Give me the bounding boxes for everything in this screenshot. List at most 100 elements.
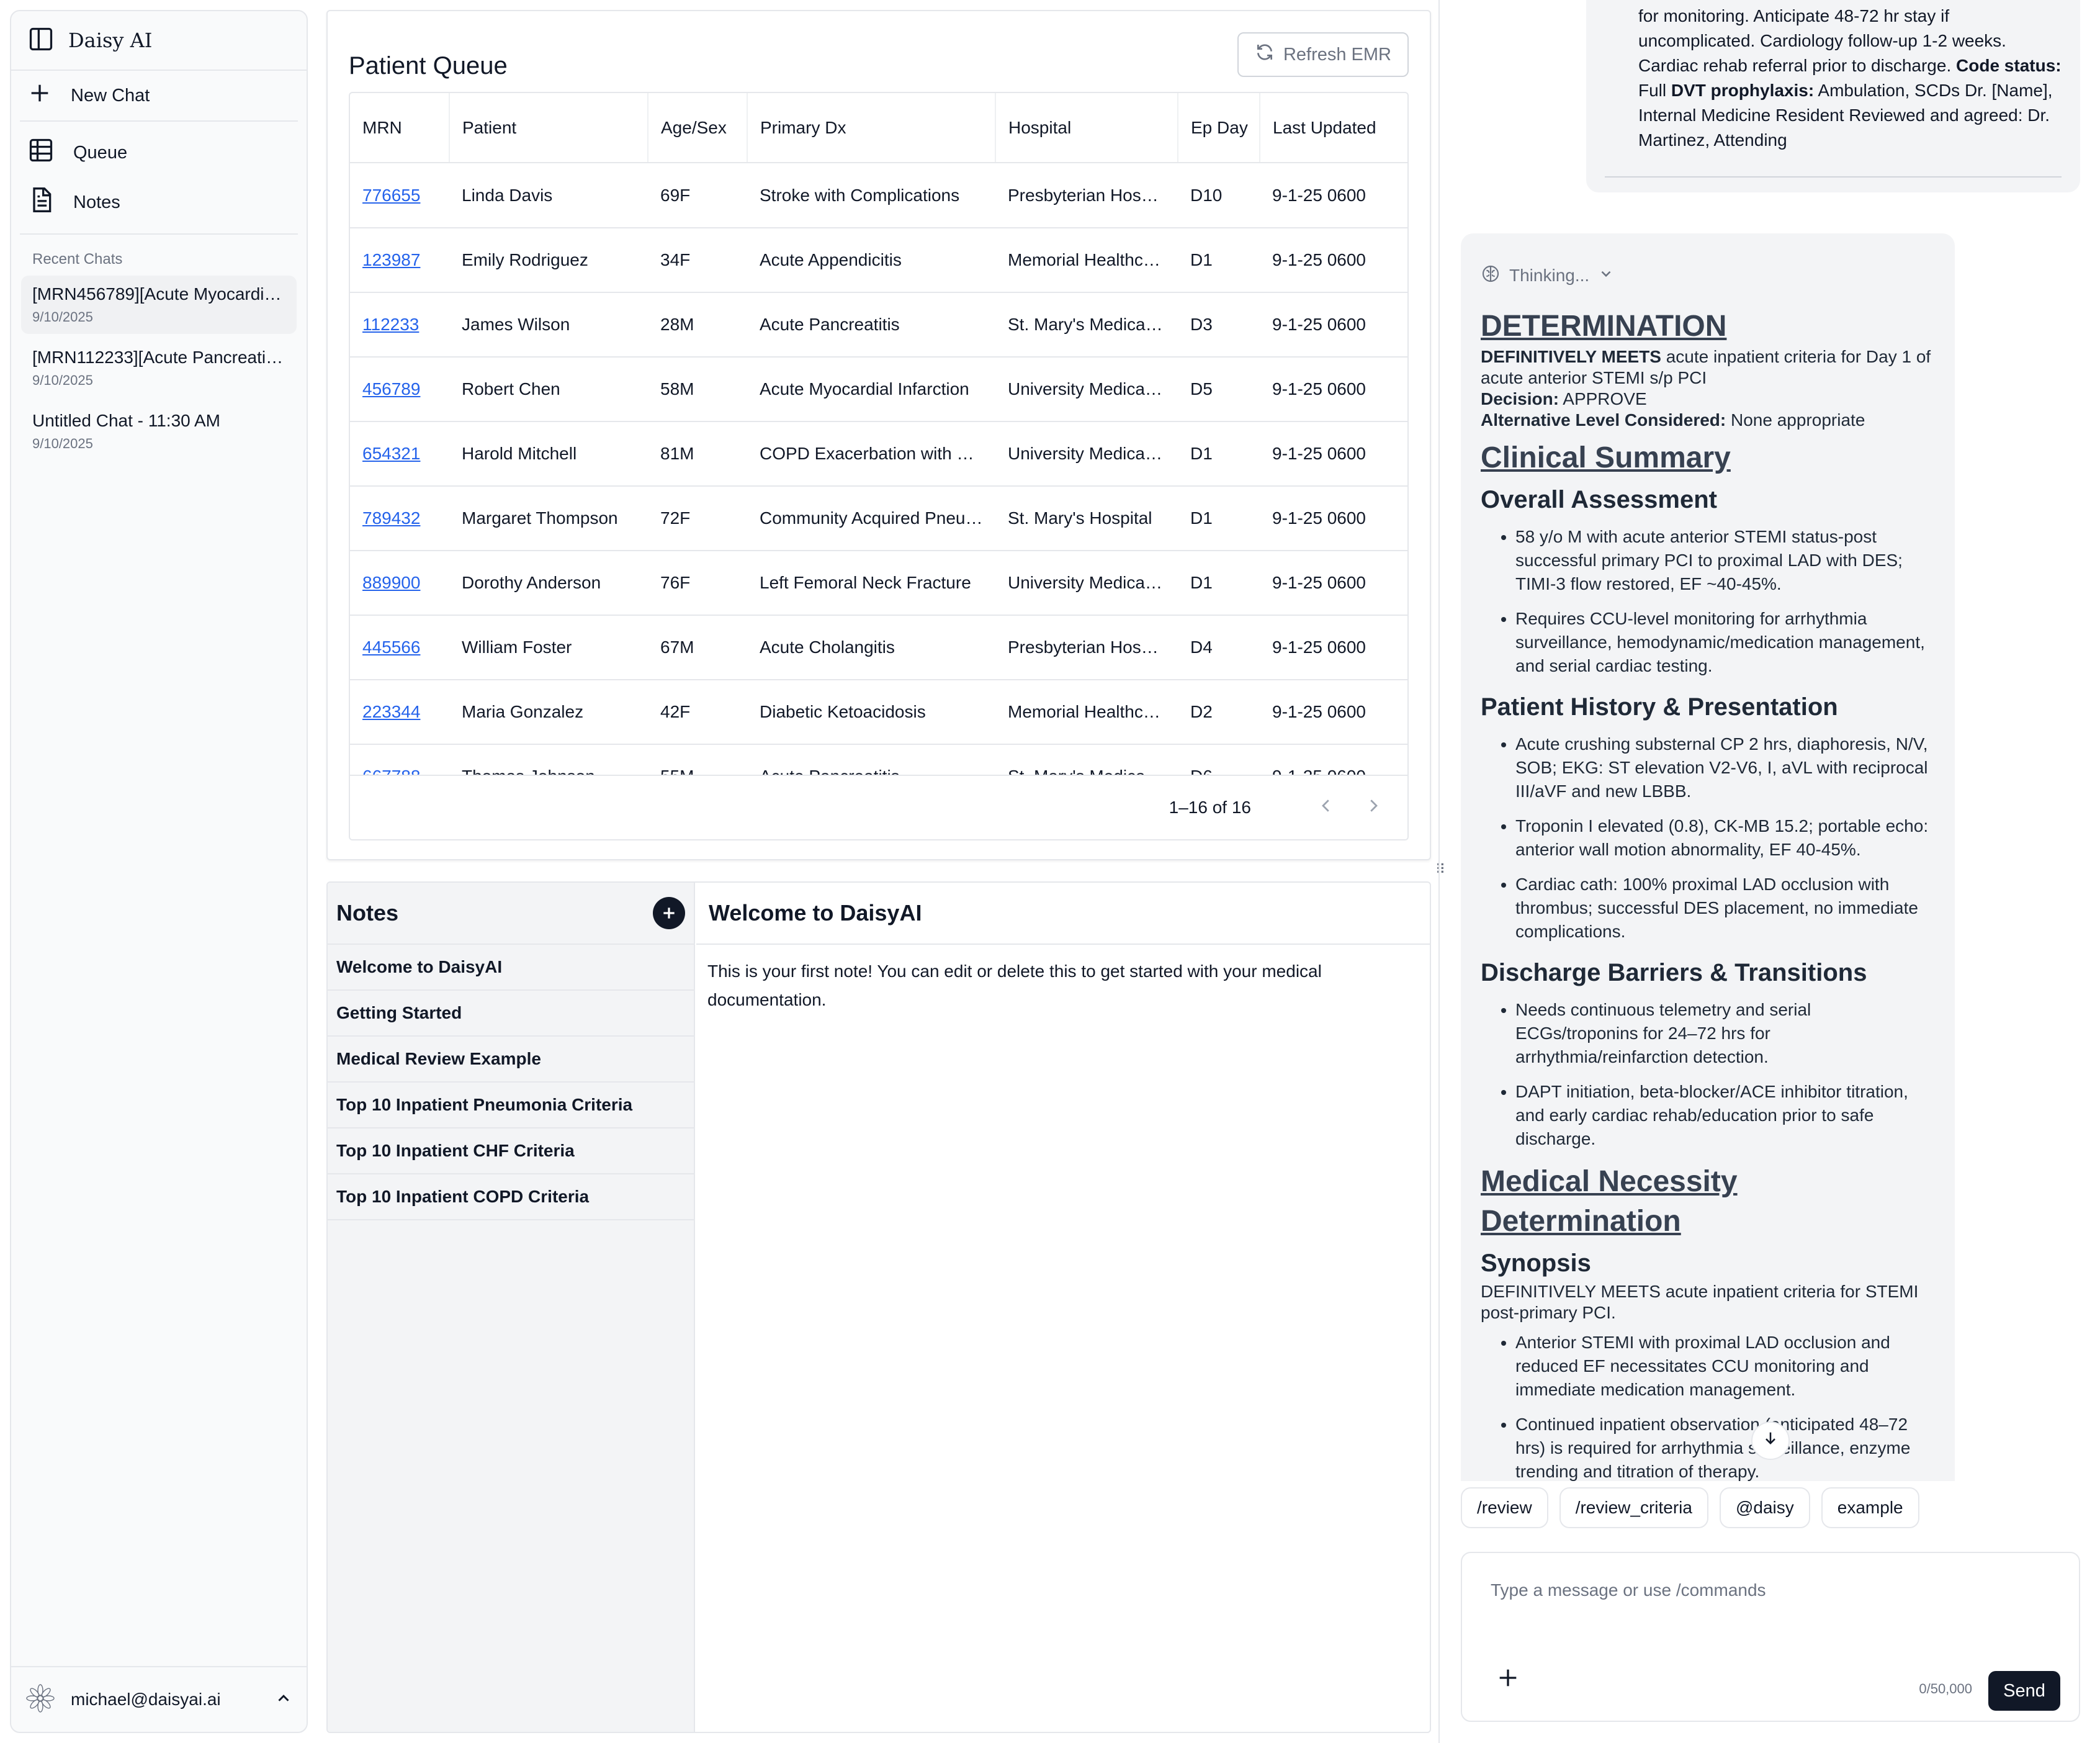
column-header[interactable]: Age/Sex xyxy=(648,93,748,163)
table-cell: Acute Appendicitis xyxy=(747,228,995,293)
table-body-scroll[interactable]: 776655 Linda Davis 69F Stroke with Complica… xyxy=(350,163,1407,781)
table-cell: 42F xyxy=(648,680,747,745)
user-menu[interactable]: michael@daisyai.ai xyxy=(11,1666,307,1732)
note-title[interactable]: Welcome to DaisyAI xyxy=(696,883,1430,945)
new-chat-label: New Chat xyxy=(71,85,150,106)
table-header-row: MRN Patient Age/Sex Primary Dx Hospital … xyxy=(350,93,1407,163)
table-row[interactable]: 654321 Harold Mitchell 81M COPD Exacerbatio… xyxy=(350,421,1407,487)
table-row[interactable]: 776655 Linda Davis 69F Stroke with Complica… xyxy=(350,163,1407,228)
command-chip-daisy[interactable]: @daisy xyxy=(1719,1487,1810,1528)
mrn-link[interactable]: 445566 xyxy=(350,615,449,680)
chevron-up-icon[interactable] xyxy=(274,1689,293,1711)
note-editor: Welcome to DaisyAI This is your first no… xyxy=(696,883,1430,1732)
recent-chat-item[interactable]: [MRN456789][Acute Myocardial Infarction]… xyxy=(21,276,297,334)
overall-assessment-heading: Overall Assessment xyxy=(1481,486,1717,513)
message-composer: 0/50,000 Send xyxy=(1461,1552,2080,1722)
chevron-left-icon[interactable] xyxy=(1317,795,1335,821)
table-cell: D1 xyxy=(1178,421,1260,487)
refresh-emr-button[interactable]: Refresh EMR xyxy=(1237,32,1409,77)
note-list-item[interactable]: Top 10 Inpatient COPD Criteria xyxy=(328,1174,694,1220)
list-item: Cardiac cath: 100% proximal LAD occlusio… xyxy=(1515,873,1935,944)
table-cell: D5 xyxy=(1178,357,1260,422)
table-cell: Dorothy Anderson xyxy=(449,551,648,616)
brand-name: Daisy AI xyxy=(68,29,153,52)
dvt-label: DVT prophylaxis: xyxy=(1671,81,1815,100)
table-row[interactable]: 456789 Robert Chen 58M Acute Myocardial Inf… xyxy=(350,357,1407,422)
table-cell: COPD Exacerbation with Respiratory Failu… xyxy=(747,421,995,487)
column-header[interactable]: Hospital xyxy=(995,93,1178,163)
recent-chat-item[interactable]: [MRN112233][Acute Pancreatitis] 9/10/202… xyxy=(21,339,297,397)
table-row[interactable]: 789432 Margaret Thompson 72F Community Acqu… xyxy=(350,486,1407,551)
mrn-link[interactable]: 776655 xyxy=(350,163,449,228)
table-cell: Left Femoral Neck Fracture xyxy=(747,551,995,616)
list-item: Troponin I elevated (0.8), CK-MB 15.2; p… xyxy=(1515,814,1935,862)
sidebar-toggle-icon[interactable] xyxy=(27,25,55,56)
sidebar-item-notes[interactable]: Notes xyxy=(11,178,307,227)
table-cell: 69F xyxy=(648,163,747,228)
divider xyxy=(20,233,298,235)
code-status-value: Full xyxy=(1638,81,1671,100)
mrn-link[interactable]: 223344 xyxy=(350,680,449,745)
column-header[interactable]: Primary Dx xyxy=(747,93,996,163)
synopsis-list: Anterior STEMI with proximal LAD occlusi… xyxy=(1481,1331,1935,1481)
table-row[interactable]: 445566 William Foster 67M Acute Cholangitis… xyxy=(350,615,1407,680)
recent-chats-title: Recent Chats xyxy=(32,251,123,268)
table-cell: 9-1-25 0600 xyxy=(1260,357,1407,422)
table-cell: 9-1-25 0600 xyxy=(1260,615,1407,680)
pagination-count: 1–16 of 16 xyxy=(1169,798,1251,817)
note-list-item[interactable]: Top 10 Inpatient Pneumonia Criteria xyxy=(328,1083,694,1128)
table-cell: 28M xyxy=(648,292,747,358)
send-button[interactable]: Send xyxy=(1988,1671,2060,1711)
sidebar-item-label: Queue xyxy=(73,142,128,163)
previous-message: for monitoring. Anticipate 48-72 hr stay… xyxy=(1586,0,2080,192)
note-list-item[interactable]: Top 10 Inpatient CHF Criteria xyxy=(328,1128,694,1174)
add-note-button[interactable] xyxy=(653,897,685,929)
medical-necessity-heading: Medical Necessity Determination xyxy=(1481,1165,1738,1238)
column-header[interactable]: Ep Day xyxy=(1178,93,1260,163)
table-row[interactable]: 889900 Dorothy Anderson 76F Left Femoral Ne… xyxy=(350,551,1407,616)
panel-divider[interactable] xyxy=(1438,0,1440,1743)
scroll-to-bottom-button[interactable] xyxy=(1751,1421,1790,1460)
table-row[interactable]: 112233 James Wilson 28M Acute Pancreatitis S… xyxy=(350,292,1407,358)
note-body[interactable]: This is your first note! You can edit or… xyxy=(696,945,1398,1027)
new-chat-button[interactable]: New Chat xyxy=(11,71,307,120)
note-list-item[interactable]: Welcome to DaisyAI xyxy=(328,945,694,991)
column-header[interactable]: Last Updated xyxy=(1260,93,1407,163)
attach-plus-icon[interactable] xyxy=(1496,1664,1520,1696)
table-cell: D1 xyxy=(1178,228,1260,293)
mrn-link[interactable]: 889900 xyxy=(350,551,449,616)
table-cell: Stroke with Complications xyxy=(747,163,995,228)
recent-chat-item[interactable]: Untitled Chat - 11:30 AM 9/10/2025 xyxy=(21,402,297,461)
chevron-right-icon[interactable] xyxy=(1364,795,1383,821)
mrn-link[interactable]: 654321 xyxy=(350,421,449,487)
table-row[interactable]: 123987 Emily Rodriguez 34F Acute Appendicit… xyxy=(350,228,1407,293)
table-row[interactable]: 223344 Maria Gonzalez 42F Diabetic Ketoacid… xyxy=(350,680,1407,745)
command-chip-example[interactable]: example xyxy=(1821,1487,1919,1528)
sidebar-item-queue[interactable]: Queue xyxy=(11,128,307,178)
column-header[interactable]: Patient xyxy=(449,93,648,163)
table-cell: Memorial Healthcare xyxy=(995,228,1178,293)
mrn-link[interactable]: 789432 xyxy=(350,486,449,551)
decision-text: Decision: APPROVE xyxy=(1481,389,1935,410)
message-input[interactable] xyxy=(1491,1572,2049,1609)
mrn-link[interactable]: 123987 xyxy=(350,228,449,293)
command-chip-review-criteria[interactable]: /review_criteria xyxy=(1559,1487,1708,1528)
notes-panel: Notes Welcome to DaisyAI Getting Started… xyxy=(326,881,1431,1733)
thinking-toggle[interactable]: Thinking... xyxy=(1481,248,1935,303)
text: None appropriate xyxy=(1726,410,1865,430)
column-header[interactable]: MRN xyxy=(350,93,450,163)
note-list-item[interactable]: Medical Review Example xyxy=(328,1037,694,1083)
table-cell: 58M xyxy=(648,357,747,422)
barriers-list: Needs continuous telemetry and serial EC… xyxy=(1481,998,1935,1151)
table-cell: D2 xyxy=(1178,680,1260,745)
table-cell: 9-1-25 0600 xyxy=(1260,551,1407,616)
resize-handle-icon[interactable]: ⠿ xyxy=(1434,862,1447,879)
table-icon xyxy=(27,137,55,169)
table-cell: St. Mary's Hospital xyxy=(995,486,1178,551)
note-list-item[interactable]: Getting Started xyxy=(328,991,694,1037)
table-cell: D1 xyxy=(1178,486,1260,551)
mrn-link[interactable]: 112233 xyxy=(350,292,449,358)
mrn-link[interactable]: 456789 xyxy=(350,357,449,422)
command-chip-review[interactable]: /review xyxy=(1461,1487,1548,1528)
brain-icon xyxy=(1481,264,1501,288)
